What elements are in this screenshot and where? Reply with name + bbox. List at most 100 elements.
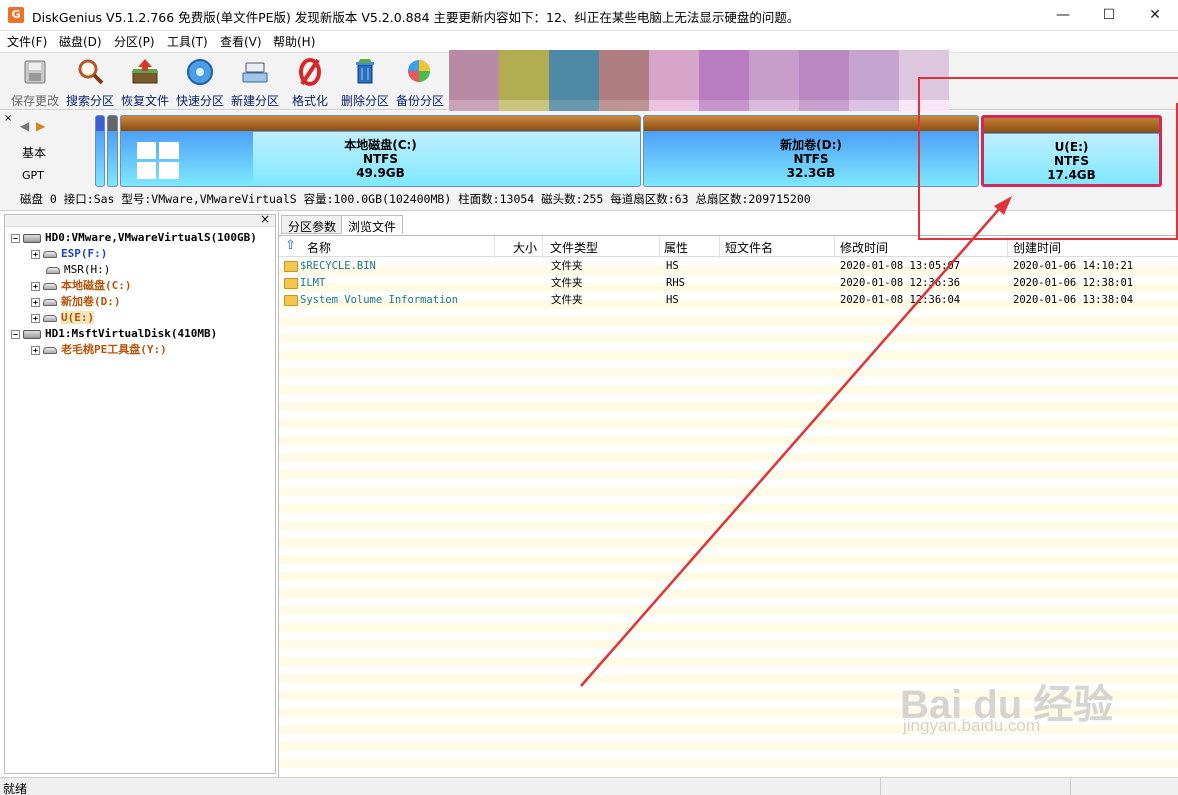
- table-row[interactable]: $RECYCLE.BIN 文件夹 HS 2020-01-08 13:05:07 …: [279, 258, 1178, 275]
- tree-close-icon[interactable]: ×: [260, 212, 270, 226]
- collapse-icon[interactable]: −: [11, 329, 20, 339]
- menu-view[interactable]: 查看(V): [220, 33, 262, 50]
- volume-icon: [43, 298, 57, 306]
- toolbar-label: 删除分区: [340, 94, 389, 108]
- diskmap-close-icon[interactable]: ×: [4, 113, 12, 124]
- tree-item-hd0[interactable]: − HD0:VMware,VMwareVirtualS(100GB): [11, 230, 257, 246]
- tree-item-e[interactable]: + U(E:): [31, 310, 95, 326]
- tree-item-msr[interactable]: MSR(H:): [46, 262, 110, 278]
- file-created: 2020-01-06 12:38:01: [1013, 277, 1134, 289]
- table-row[interactable]: System Volume Information 文件夹 HS 2020-01…: [279, 292, 1178, 309]
- tree-item-label: 本地磁盘(C:): [61, 279, 132, 292]
- partition-e-block[interactable]: U(E:) NTFS 17.4GB: [981, 115, 1162, 187]
- partition-esp-block[interactable]: [95, 115, 105, 187]
- next-disk-icon[interactable]: ▶: [36, 119, 45, 133]
- file-name: ILMT: [300, 277, 326, 289]
- tree-item-hd1[interactable]: − HD1:MsftVirtualDisk(410MB): [11, 326, 217, 342]
- app-icon: G: [8, 7, 24, 23]
- mosaic-cell: [599, 50, 649, 100]
- hard-disk-icon: [23, 329, 41, 339]
- volume-icon: [43, 282, 57, 290]
- collapse-icon[interactable]: −: [11, 233, 20, 243]
- col-created[interactable]: 创建时间: [1013, 239, 1061, 256]
- status-divider: [880, 778, 881, 795]
- format-icon: [299, 58, 321, 86]
- expand-icon[interactable]: +: [31, 281, 40, 291]
- menu-disk[interactable]: 磁盘(D): [59, 33, 102, 50]
- col-type[interactable]: 文件类型: [550, 239, 598, 256]
- file-attr: HS: [666, 294, 679, 306]
- expand-icon[interactable]: +: [31, 297, 40, 307]
- partition-d-fs: NTFS: [793, 152, 829, 166]
- recover-files-button[interactable]: 恢复文件: [118, 57, 172, 109]
- menu-tools[interactable]: 工具(T): [167, 33, 208, 50]
- search-partition-button[interactable]: 搜索分区: [63, 57, 117, 109]
- expand-icon[interactable]: +: [31, 249, 40, 259]
- delete-partition-button[interactable]: 删除分区: [338, 57, 392, 109]
- mosaic-cell: [799, 50, 849, 100]
- partition-c-block[interactable]: 本地磁盘(C:) NTFS 49.9GB: [120, 115, 641, 187]
- col-modified[interactable]: 修改时间: [840, 239, 888, 256]
- delete-icon: [356, 59, 374, 84]
- table-row[interactable]: ILMT 文件夹 RHS 2020-01-08 12:36:36 2020-01…: [279, 275, 1178, 292]
- backup-icon: [408, 60, 430, 82]
- save-changes-button[interactable]: 保存更改: [8, 57, 62, 109]
- quick-partition-button[interactable]: 快速分区: [173, 57, 227, 109]
- maximize-button[interactable]: ☐: [1086, 0, 1132, 31]
- menu-file[interactable]: 文件(F): [7, 33, 47, 50]
- partition-msr-block[interactable]: [107, 115, 118, 187]
- tab-partition-params[interactable]: 分区参数: [281, 215, 344, 234]
- status-text: 就绪: [3, 782, 28, 795]
- tab-browse-files[interactable]: 浏览文件: [341, 215, 404, 234]
- minimize-button[interactable]: —: [1040, 0, 1086, 31]
- new-partition-button[interactable]: 新建分区: [228, 57, 282, 109]
- backup-partition-button[interactable]: 备份分区: [393, 57, 447, 109]
- tree-item-c[interactable]: + 本地磁盘(C:): [31, 278, 132, 294]
- file-type: 文件夹: [551, 294, 583, 306]
- search-icon: [78, 59, 104, 85]
- tree-item-label-selected: U(E:): [61, 311, 95, 324]
- mosaic-cell: [849, 50, 899, 100]
- mosaic-cell: [899, 50, 949, 100]
- quick-partition-icon: [187, 59, 213, 85]
- mosaic-cell: [749, 50, 799, 100]
- partition-e-size: 17.4GB: [1047, 168, 1096, 182]
- col-size[interactable]: 大小: [513, 239, 537, 256]
- tree-item-label: 老毛桃PE工具盘(Y:): [61, 343, 167, 356]
- up-folder-icon[interactable]: ⇧: [285, 238, 296, 253]
- tree-item-label: HD1:MsftVirtualDisk(410MB): [45, 327, 218, 340]
- column-divider: [542, 236, 543, 258]
- close-button[interactable]: ✕: [1132, 0, 1178, 31]
- column-divider: [494, 236, 495, 258]
- tree-item-d[interactable]: + 新加卷(D:): [31, 294, 121, 310]
- menu-partition[interactable]: 分区(P): [114, 33, 155, 50]
- toolbar-label: 新建分区: [230, 94, 279, 108]
- format-button[interactable]: 格式化: [283, 57, 337, 109]
- tree-item-esp[interactable]: + ESP(F:): [31, 246, 107, 262]
- file-type: 文件夹: [551, 277, 583, 289]
- file-attr: HS: [666, 260, 679, 272]
- folder-icon: [284, 278, 298, 289]
- title-bar: G DiskGenius V5.1.2.766 免费版(单文件PE版) 发现新版…: [0, 0, 1178, 31]
- partition-d-size: 32.3GB: [786, 166, 836, 180]
- partition-d-block[interactable]: 新加卷(D:) NTFS 32.3GB: [643, 115, 979, 187]
- col-attr[interactable]: 属性: [664, 239, 688, 256]
- mosaic-cell: [549, 50, 599, 100]
- partition-e-fs: NTFS: [1053, 154, 1090, 168]
- toolbar-label: 备份分区: [395, 94, 444, 108]
- tree-item-y[interactable]: + 老毛桃PE工具盘(Y:): [31, 342, 167, 358]
- mosaic-cell: [449, 50, 499, 100]
- save-icon: [24, 60, 46, 84]
- col-name[interactable]: 名称: [307, 239, 331, 256]
- prev-disk-icon[interactable]: ◀: [20, 119, 29, 133]
- expand-icon[interactable]: +: [31, 345, 40, 355]
- disk-map: × ◀ ▶ 基本 GPT 本地磁盘(C:) NTFS 49.9GB 新加卷(D:…: [0, 111, 1178, 211]
- menu-help[interactable]: 帮助(H): [273, 33, 315, 50]
- col-short-name[interactable]: 短文件名: [725, 239, 773, 256]
- window-title: DiskGenius V5.1.2.766 免费版(单文件PE版) 发现新版本 …: [32, 10, 800, 25]
- file-modified: 2020-01-08 12:36:36: [840, 277, 961, 289]
- expand-icon[interactable]: +: [31, 313, 40, 323]
- file-created: 2020-01-06 13:38:04: [1013, 294, 1134, 306]
- toolbar-label: 搜索分区: [65, 94, 114, 108]
- column-divider: [834, 236, 835, 258]
